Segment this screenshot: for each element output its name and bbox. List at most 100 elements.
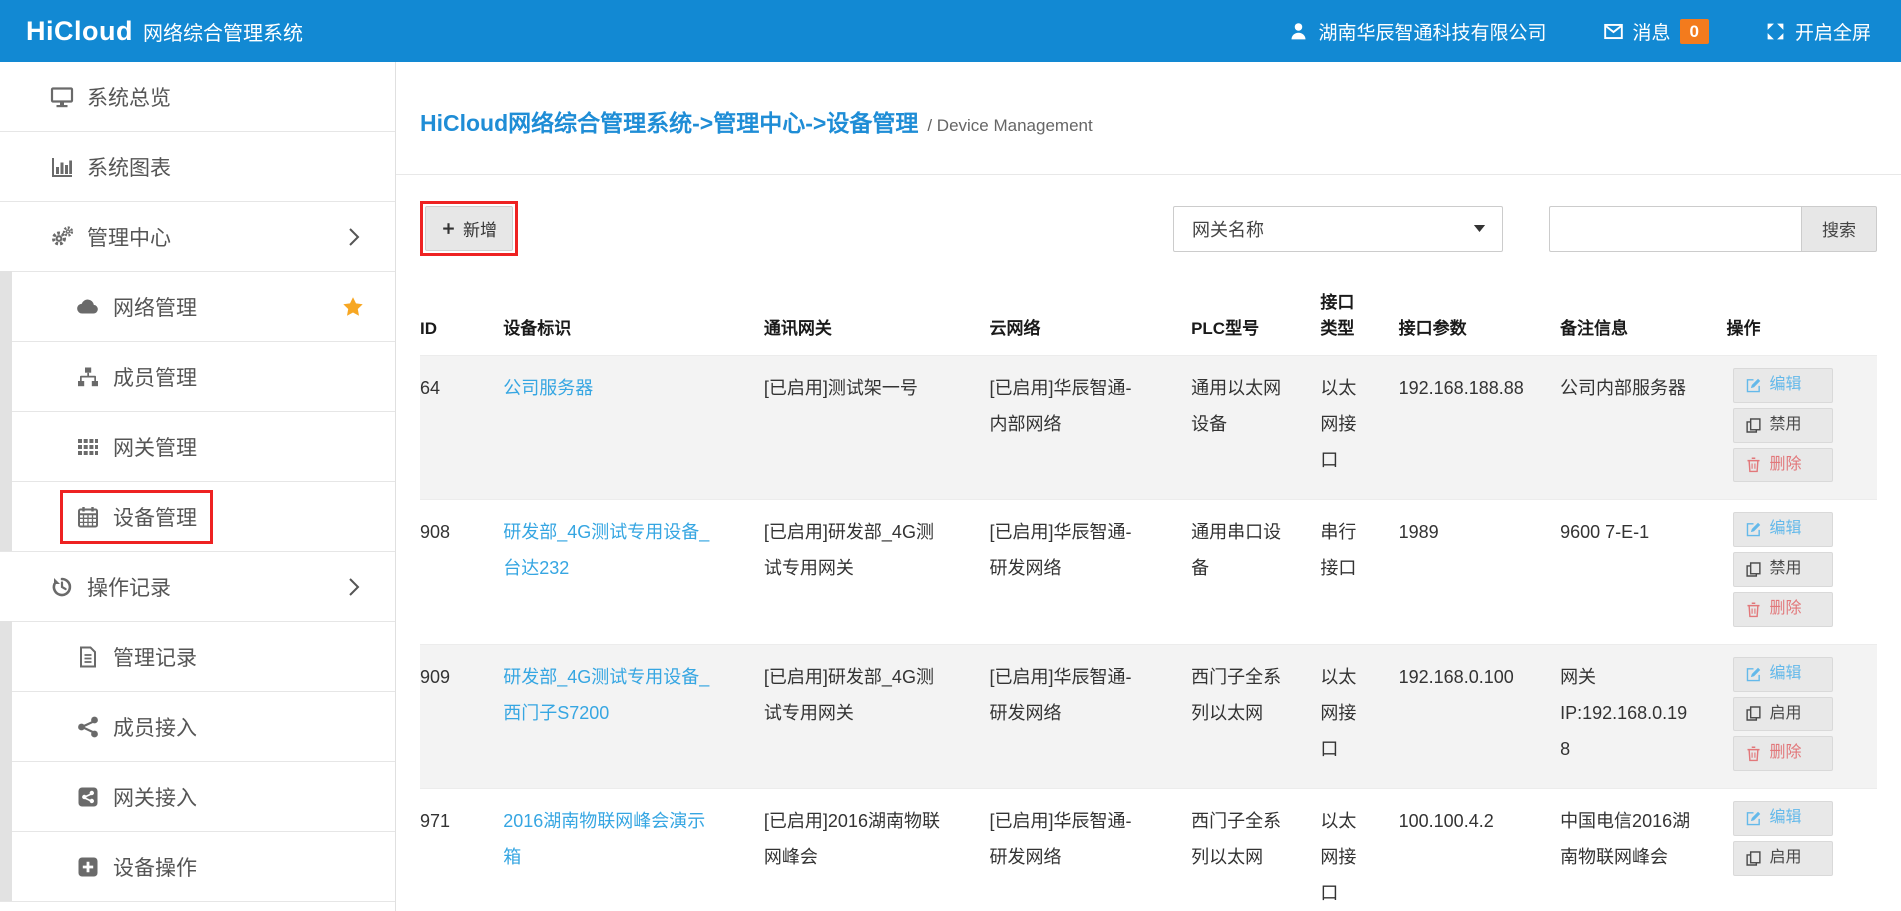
add-device-button[interactable]: 新增 — [425, 206, 513, 251]
sidebar-item-content: 网关管理 — [60, 420, 213, 474]
edit-icon — [1745, 521, 1762, 538]
device-link[interactable]: 研发部_4G测试专用设备_西门子S7200 — [503, 667, 709, 723]
sidebar-item-label: 系统图表 — [87, 152, 171, 182]
cell-plc-model: 西门子全系列以太网 — [1191, 644, 1320, 788]
cell-id: 908 — [420, 500, 503, 644]
table-row: 909 研发部_4G测试专用设备_西门子S7200 [已启用]研发部_4G测试专… — [420, 644, 1877, 788]
edit-button[interactable]: 编辑 — [1733, 368, 1833, 403]
sidebar-item-label: 成员接入 — [113, 712, 197, 742]
chevron-right-icon — [347, 226, 361, 248]
cell-gateway: [已启用]研发部_4G测试专用网关 — [764, 644, 990, 788]
cell-network: [已启用]华辰智通-研发网络 — [990, 789, 1192, 911]
chevron-right-icon — [347, 576, 361, 598]
search-input[interactable] — [1549, 206, 1801, 252]
breadcrumb: HiCloud网络综合管理系统->管理中心->设备管理 / Device Man… — [396, 62, 1901, 175]
toggle-icon — [1745, 850, 1762, 867]
edit-button[interactable]: 编辑 — [1733, 512, 1833, 547]
sidebar-item-7[interactable]: 操作记录 — [0, 552, 395, 622]
table-row: 64 公司服务器 [已启用]测试架一号 [已启用]华辰智通-内部网络 通用以太网… — [420, 356, 1877, 500]
toggle-state-button[interactable]: 禁用 — [1733, 552, 1833, 587]
sidebar-item-content: 管理记录 — [60, 630, 213, 684]
column-header: 操作 — [1727, 290, 1877, 356]
toggle-icon — [1745, 561, 1762, 578]
sidebar-item-2[interactable]: 管理中心 — [0, 202, 395, 272]
sidebar-item-4[interactable]: 成员管理 — [0, 342, 395, 412]
toggle-state-button[interactable]: 禁用 — [1733, 408, 1833, 443]
delete-button[interactable]: 删除 — [1733, 736, 1833, 771]
cell-plc-model: 通用串口设备 — [1191, 500, 1320, 644]
device-link[interactable]: 研发部_4G测试专用设备_台达232 — [503, 522, 709, 578]
cell-plc-model: 西门子全系列以太网 — [1191, 789, 1320, 911]
edit-icon — [1745, 810, 1762, 827]
gateway-filter-select[interactable]: 网关名称 — [1173, 206, 1503, 252]
sidebar-item-8[interactable]: 管理记录 — [0, 622, 395, 692]
edit-button[interactable]: 编辑 — [1733, 657, 1833, 692]
sidebar-item-11[interactable]: 设备操作 — [0, 832, 395, 902]
cell-network: [已启用]华辰智通-内部网络 — [990, 356, 1192, 500]
table-row: 908 研发部_4G测试专用设备_台达232 [已启用]研发部_4G测试专用网关… — [420, 500, 1877, 644]
edit-icon — [1745, 377, 1762, 394]
document-icon — [76, 645, 100, 669]
sidebar-item-3[interactable]: 网络管理 — [0, 272, 395, 342]
share-square-icon — [76, 785, 100, 809]
column-header: 云网络 — [990, 290, 1192, 356]
action-label: 启用 — [1770, 704, 1802, 725]
sidebar-item-content: 成员管理 — [60, 350, 213, 404]
fullscreen-toggle[interactable]: 开启全屏 — [1765, 18, 1871, 45]
account-menu[interactable]: 湖南华辰智通科技有限公司 — [1288, 18, 1546, 45]
trash-icon — [1745, 601, 1762, 618]
cell-gateway: [已启用]测试架一号 — [764, 356, 990, 500]
grid-icon — [76, 435, 100, 459]
device-link[interactable]: 2016湖南物联网峰会演示箱 — [503, 811, 705, 867]
cell-interface-type: 串行接口 — [1320, 500, 1398, 644]
share-icon — [76, 715, 100, 739]
device-table: ID设备标识通讯网关云网络PLC型号接口类型接口参数备注信息操作 64 公司服务… — [420, 290, 1877, 911]
caret-down-icon — [1473, 224, 1486, 233]
toggle-icon — [1745, 705, 1762, 722]
sidebar-item-label: 设备管理 — [113, 502, 197, 532]
action-label: 编辑 — [1770, 519, 1802, 540]
sidebar-item-10[interactable]: 网关接入 — [0, 762, 395, 832]
sidebar-item-9[interactable]: 成员接入 — [0, 692, 395, 762]
sidebar-item-content: 成员接入 — [60, 700, 213, 754]
sitemap-icon — [76, 365, 100, 389]
sidebar-item-label: 管理记录 — [113, 642, 197, 672]
toggle-state-button[interactable]: 启用 — [1733, 841, 1833, 876]
cell-actions: 编辑 启用 删除 — [1727, 644, 1877, 788]
delete-button[interactable]: 删除 — [1733, 592, 1833, 627]
cell-interface-type: 以太网接口 — [1320, 789, 1398, 911]
sidebar-item-label: 成员管理 — [113, 362, 197, 392]
sidebar-item-6[interactable]: 设备管理 — [0, 482, 395, 552]
table-header-row: ID设备标识通讯网关云网络PLC型号接口类型接口参数备注信息操作 — [420, 290, 1877, 356]
edit-button[interactable]: 编辑 — [1733, 801, 1833, 836]
top-navbar: HiCloud 网络综合管理系统 湖南华辰智通科技有限公司 消息 0 开启全屏 — [0, 0, 1901, 62]
sidebar-item-label: 网关接入 — [113, 782, 197, 812]
history-icon — [50, 575, 74, 599]
search-button[interactable]: 搜索 — [1801, 206, 1877, 252]
action-label: 启用 — [1770, 848, 1802, 869]
toolbar: 新增 网关名称 搜索 — [420, 201, 1877, 256]
table-row: 971 2016湖南物联网峰会演示箱 [已启用]2016湖南物联网峰会 [已启用… — [420, 789, 1877, 911]
sidebar-item-0[interactable]: 系统总览 — [0, 62, 395, 132]
delete-button[interactable]: 删除 — [1733, 448, 1833, 483]
plus-icon — [441, 221, 456, 236]
action-label: 编辑 — [1770, 375, 1802, 396]
cell-interface-type: 以太网接口 — [1320, 356, 1398, 500]
search-group: 搜索 — [1549, 206, 1877, 252]
sidebar-item-1[interactable]: 系统图表 — [0, 132, 395, 202]
device-link[interactable]: 公司服务器 — [503, 378, 593, 398]
sidebar-item-content: 设备管理 — [60, 490, 213, 544]
toggle-state-button[interactable]: 启用 — [1733, 697, 1833, 732]
cell-interface-param: 100.100.4.2 — [1399, 789, 1560, 911]
cell-gateway: [已启用]2016湖南物联网峰会 — [764, 789, 990, 911]
action-label: 编辑 — [1770, 664, 1802, 685]
desktop-icon — [50, 85, 74, 109]
messages-count-badge: 0 — [1680, 19, 1709, 44]
column-header: 设备标识 — [503, 290, 764, 356]
add-button-annotation: 新增 — [420, 201, 518, 256]
add-button-label: 新增 — [463, 216, 497, 241]
envelope-icon — [1603, 21, 1624, 42]
messages-label: 消息 — [1633, 18, 1671, 45]
sidebar-item-5[interactable]: 网关管理 — [0, 412, 395, 482]
messages-menu[interactable]: 消息 0 — [1603, 18, 1709, 45]
